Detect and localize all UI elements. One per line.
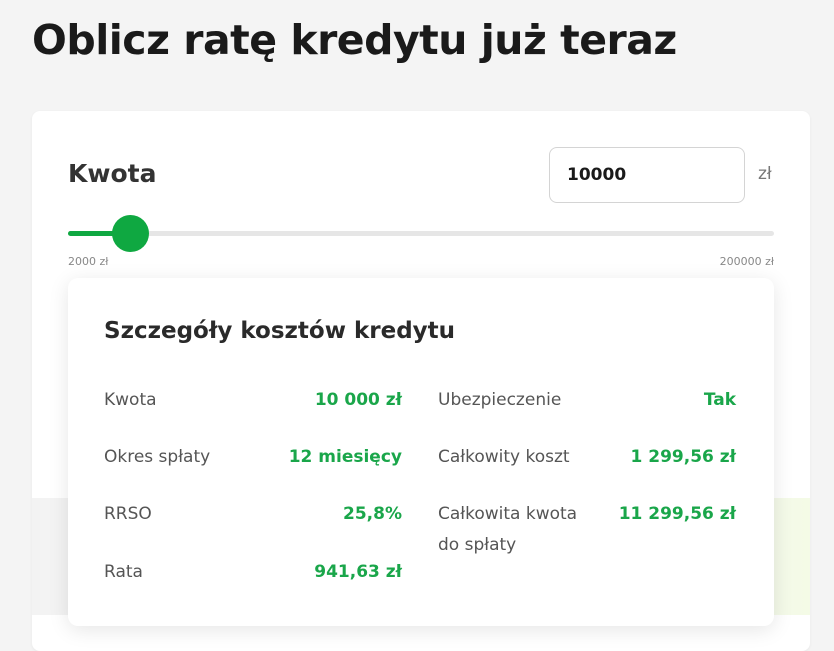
cost-details-panel: Szczegóły kosztów kredytu Kwota 10 000 z…	[68, 278, 774, 626]
details-title: Szczegóły kosztów kredytu	[104, 318, 456, 344]
slider-min-label: 2000 zł	[68, 255, 109, 268]
detail-value: 10 000 zł	[314, 390, 402, 410]
slider-handle[interactable]	[111, 215, 149, 252]
detail-label: Ubezpieczenie	[438, 390, 562, 410]
detail-label: Okres spłaty	[104, 447, 211, 467]
slider-max-label: 200000 zł	[719, 255, 774, 268]
detail-value: 1 299,56 zł	[630, 447, 736, 467]
detail-value: 25,8%	[343, 504, 402, 524]
amount-input[interactable]	[549, 147, 745, 203]
credit-calculator-card: Kwota zł 2000 zł 200000 zł Szczegóły kos…	[32, 111, 810, 651]
detail-label: RRSO	[104, 504, 152, 524]
detail-value: Tak	[703, 390, 736, 410]
currency-label: zł	[758, 164, 772, 184]
page-title: Oblicz ratę kredytu już teraz	[32, 16, 677, 64]
detail-label: Rata	[104, 562, 143, 582]
amount-slider[interactable]	[68, 215, 774, 252]
detail-label: Kwota	[104, 390, 157, 410]
detail-value: 11 299,56 zł	[618, 504, 736, 524]
detail-value: 941,63 zł	[314, 562, 402, 582]
detail-value: 12 miesięcy	[288, 447, 402, 467]
amount-label: Kwota	[68, 159, 157, 188]
detail-label: Całkowita kwota do spłaty	[438, 504, 578, 555]
detail-label: Całkowity koszt	[438, 447, 570, 467]
